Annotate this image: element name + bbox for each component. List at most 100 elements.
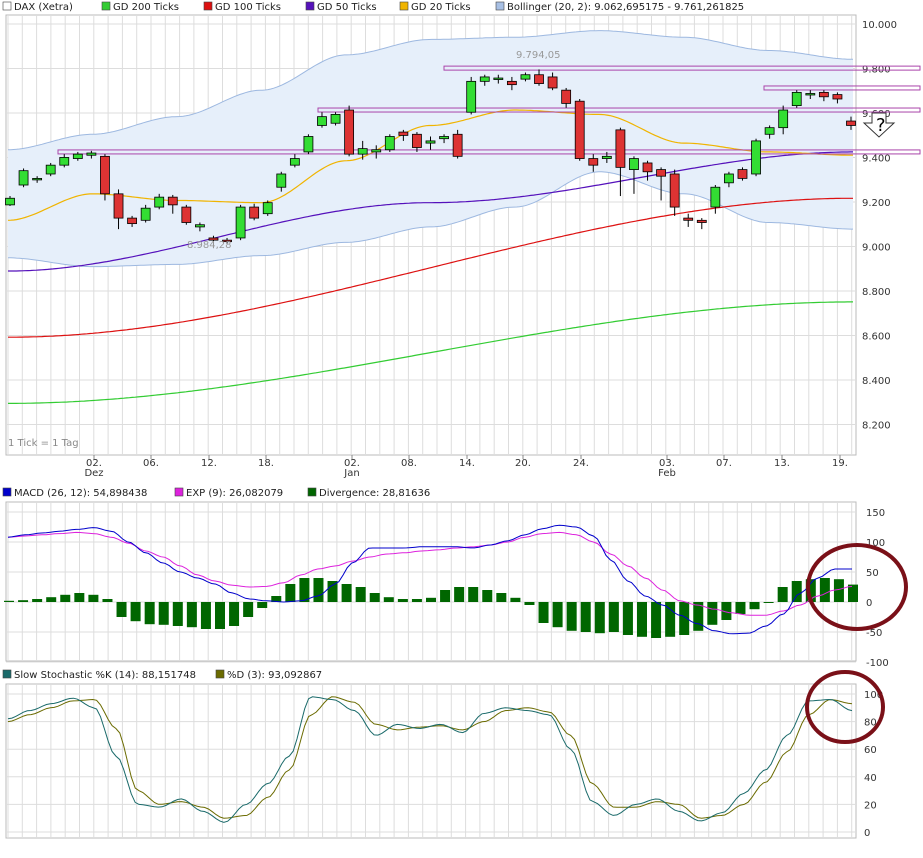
y-tick-label: 0 (864, 828, 870, 839)
stoch-legend-label: Slow Stochastic %K (14): 88,151748 (14, 670, 196, 681)
price-legend-label: Bollinger (20, 2): 9.062,695175 - 9.761,… (507, 2, 744, 13)
x-tick-sublabel: Dez (84, 468, 103, 479)
candle (846, 120, 856, 126)
candle (751, 140, 761, 175)
x-tick-label: 08. (401, 458, 417, 469)
candle (479, 76, 490, 82)
candle (235, 206, 246, 239)
candle (642, 162, 653, 173)
y-tick-label: 150 (866, 508, 885, 519)
divergence-bar (496, 593, 507, 602)
divergence-bar (538, 602, 549, 623)
candle (425, 140, 436, 144)
stoch-legend-label: %D (3): 93,092867 (227, 670, 322, 681)
divergence-bar (397, 599, 408, 602)
divergence-bar (102, 599, 113, 602)
price-legend-swatch (101, 1, 111, 11)
divergence-bar (594, 602, 605, 634)
candle (195, 224, 205, 228)
candle (303, 136, 314, 153)
divergence-bar (637, 602, 647, 637)
candle (778, 109, 789, 129)
y-tick-label: 9.000 (862, 243, 891, 254)
divergence-bar (355, 587, 366, 602)
price-panel: 10.0009.8009.6009.4009.2009.0008.8008.60… (5, 14, 921, 479)
candle (344, 109, 355, 155)
stoch-legend-swatch (2, 669, 12, 679)
y-tick-label: 8.800 (862, 287, 891, 298)
high-label: 9.794,05 (516, 50, 561, 61)
candle (32, 177, 43, 181)
divergence-bar (18, 600, 29, 602)
divergence-bar (172, 602, 183, 626)
stoch-frame (5, 683, 857, 839)
y-tick-label: 9.200 (862, 198, 891, 209)
candle (18, 170, 29, 186)
candle (724, 173, 734, 184)
divergence-bar (313, 578, 324, 602)
divergence-bar (299, 578, 310, 602)
divergence-bar (819, 578, 830, 602)
stoch-legend-swatch (215, 669, 225, 679)
x-tick-label: 14. (459, 458, 475, 469)
divergence-bar (46, 597, 57, 602)
candle (357, 148, 368, 155)
chart-stage: 10.0009.8009.6009.4009.2009.0008.8008.60… (0, 0, 923, 854)
divergence-bar (369, 593, 380, 602)
candle (59, 157, 70, 166)
low-label: 8.984,28 (187, 240, 232, 251)
y-tick-label: 8.200 (862, 421, 891, 432)
candle (100, 155, 110, 195)
divergence-bar (552, 602, 563, 628)
candle (520, 74, 531, 80)
divergence-bar (777, 587, 788, 602)
price-legend-label: GD 20 Ticks (411, 2, 471, 13)
macd-legend-label: Divergence: 28,81636 (319, 488, 430, 499)
candle (181, 206, 192, 223)
candle (764, 127, 775, 135)
candle (493, 77, 504, 80)
candle (683, 217, 694, 221)
candle (371, 149, 382, 153)
candle (791, 91, 802, 107)
candle (710, 186, 721, 208)
y-tick-label: 9.400 (862, 154, 891, 165)
y-tick-label: 10.000 (862, 20, 897, 31)
macd-legend-label: EXP (9): 26,082079 (186, 488, 283, 499)
candle (696, 219, 707, 223)
tick-note: 1 Tick = 1 Tag (8, 438, 79, 449)
macd-panel: 150100500-50-100 (4, 501, 908, 669)
divergence-bar (735, 602, 746, 614)
divergence-bar (285, 584, 296, 602)
candle (588, 158, 599, 166)
divergence-bar (524, 602, 535, 605)
divergence-bar (482, 590, 493, 602)
x-tick-label: 06. (143, 458, 159, 469)
x-tick-label: 19. (832, 458, 848, 469)
price-legend-swatch (203, 1, 213, 11)
divergence-bar (848, 584, 858, 602)
candle (86, 152, 97, 156)
stock-chart: 10.0009.8009.6009.4009.2009.0008.8008.60… (2, 1, 921, 839)
candle (262, 202, 273, 215)
divergence-bar (341, 584, 352, 602)
divergence-bar (116, 602, 127, 617)
divergence-bar (580, 602, 591, 632)
candle (45, 164, 56, 175)
x-tick-label: 20. (515, 458, 531, 469)
candle (384, 136, 395, 151)
stochastic-panel: 100806040200 (5, 670, 885, 839)
divergence-bar (383, 597, 394, 602)
price-legend-swatch (399, 1, 409, 11)
divergence-bar (608, 602, 619, 632)
divergence-bar (651, 602, 662, 638)
divergence-bar (566, 602, 577, 631)
x-tick-label: 07. (716, 458, 732, 469)
candle (249, 206, 260, 219)
divergence-bar (763, 602, 774, 603)
divergence-bar (468, 587, 479, 602)
candle (832, 94, 843, 100)
x-tick-label: 12. (201, 458, 217, 469)
candle (452, 133, 463, 157)
x-tick-sublabel: Feb (658, 468, 676, 479)
